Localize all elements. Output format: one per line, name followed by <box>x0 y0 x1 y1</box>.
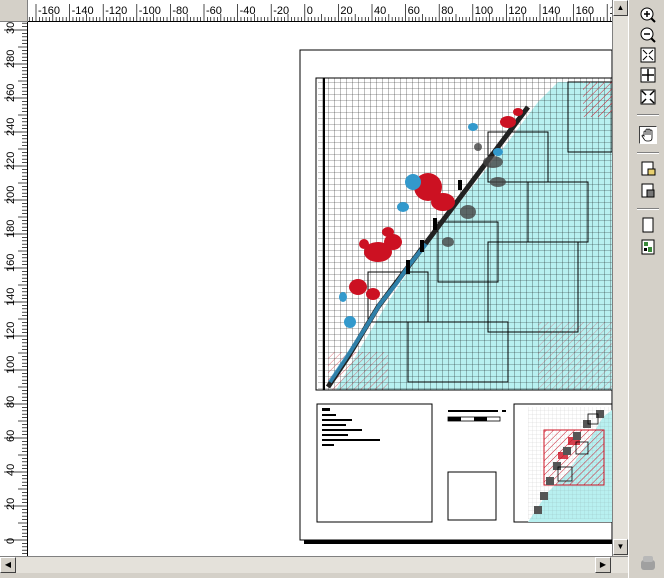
main-map-frame[interactable] <box>315 77 612 391</box>
ruler-label: 300 <box>5 22 17 34</box>
ruler-label: 120 <box>5 322 17 340</box>
forward-extent-icon <box>641 183 655 198</box>
back-extent-icon <box>641 161 656 176</box>
zoom-fixed-out-icon <box>640 89 656 105</box>
scroll-down-button[interactable]: ▼ <box>613 539 628 555</box>
ruler-label: 40 <box>5 464 17 476</box>
arrow-left-icon: ◀ <box>4 560 12 569</box>
ruler-label: 40 <box>374 5 386 17</box>
scroll-left-button[interactable]: ◀ <box>0 557 16 573</box>
vertical-ruler-scale: 3002802602402202001801601401201008060402… <box>4 22 27 554</box>
ruler-label: 120 <box>508 5 526 17</box>
ruler-label: -140 <box>72 5 94 17</box>
zoom-in-icon <box>640 7 656 23</box>
ruler-label: 100 <box>5 356 17 374</box>
ruler-label: 180 <box>5 220 17 238</box>
toolbar-separator <box>637 114 659 116</box>
ruler-label: 0 <box>307 5 313 17</box>
ruler-label: -100 <box>139 5 161 17</box>
ruler-label: 160 <box>576 5 594 17</box>
ruler-label: 60 <box>408 5 420 17</box>
ruler-label: 260 <box>5 84 17 102</box>
ruler-label: -120 <box>105 5 127 17</box>
ruler-label: -20 <box>273 5 289 17</box>
grip-icon <box>641 556 655 570</box>
page-setup-tool[interactable] <box>639 216 657 234</box>
ruler-label: 100 <box>475 5 493 17</box>
page-icon <box>642 217 654 233</box>
horizontal-ruler[interactable]: -160 -140 -120 -100 -80 -60 -40 -20 0 20 40 60 80 100… <box>28 0 612 22</box>
ruler-label: 160 <box>5 254 17 272</box>
ruler-label: 20 <box>5 498 17 510</box>
pan-tool[interactable] <box>639 126 657 144</box>
arrow-right-icon: ▶ <box>599 560 607 569</box>
horizontal-ruler-scale: -160 -140 -120 -100 -80 -60 -40 -20 0 20 40 60 80 100… <box>28 4 612 21</box>
hand-icon <box>641 128 653 142</box>
layout-toolbar <box>628 0 664 578</box>
go-back-extent-tool[interactable] <box>639 160 657 178</box>
ruler-label: 80 <box>441 5 453 17</box>
ruler-label: -40 <box>240 5 256 17</box>
toggle-draft-mode-tool[interactable] <box>639 238 657 256</box>
resize-grip[interactable] <box>639 554 657 572</box>
arrow-up-icon: ▲ <box>616 3 625 12</box>
zoom-in-tool[interactable] <box>639 6 657 24</box>
layout-canvas[interactable] <box>28 22 612 556</box>
vertical-ruler[interactable]: 300 280 260 240 220 200 180 160 140 120 100 80 60 40 2… <box>0 22 28 556</box>
zoom-100-percent-tool[interactable] <box>639 66 657 84</box>
go-forward-extent-tool[interactable] <box>639 182 657 200</box>
ruler-label: -160 <box>38 5 60 17</box>
layout-page-svg <box>299 49 612 544</box>
toolbar-separator <box>637 208 659 210</box>
ruler-label: -60 <box>206 5 222 17</box>
toolbar-separator <box>637 152 659 154</box>
ruler-label: -80 <box>172 5 188 17</box>
ruler-corner <box>0 0 28 22</box>
zoom-page-icon <box>640 47 656 63</box>
zoom-out-tool[interactable] <box>639 26 657 44</box>
ruler-label: 220 <box>5 152 17 170</box>
ruler-label: 0 <box>5 538 17 544</box>
vertical-scrollbar[interactable]: ▲ ▼ <box>612 0 628 556</box>
north-arrow-box[interactable] <box>447 471 497 521</box>
scroll-up-button[interactable]: ▲ <box>613 0 628 16</box>
horizontal-scrollbar[interactable]: ◀ ▶ <box>0 556 628 573</box>
zoom-out-icon <box>640 27 656 43</box>
status-strip <box>0 573 628 578</box>
draft-mode-icon <box>641 239 655 255</box>
legend-panel[interactable] <box>316 403 433 523</box>
zoom-whole-page-tool[interactable] <box>639 46 657 64</box>
ruler-label: 140 <box>542 5 560 17</box>
scroll-right-button[interactable]: ▶ <box>595 557 611 573</box>
ruler-label: 60 <box>5 430 17 442</box>
ruler-label: 140 <box>5 288 17 306</box>
ruler-label: 20 <box>340 5 352 17</box>
fixed-zoom-out-tool[interactable] <box>639 88 657 106</box>
overview-map[interactable] <box>513 403 612 523</box>
ruler-label: 200 <box>5 186 17 204</box>
ruler-label: 280 <box>5 50 17 68</box>
arrow-down-icon: ▼ <box>616 542 625 551</box>
ruler-label: 80 <box>5 396 17 408</box>
ruler-label: 240 <box>5 118 17 136</box>
zoom-actual-icon <box>640 67 656 83</box>
